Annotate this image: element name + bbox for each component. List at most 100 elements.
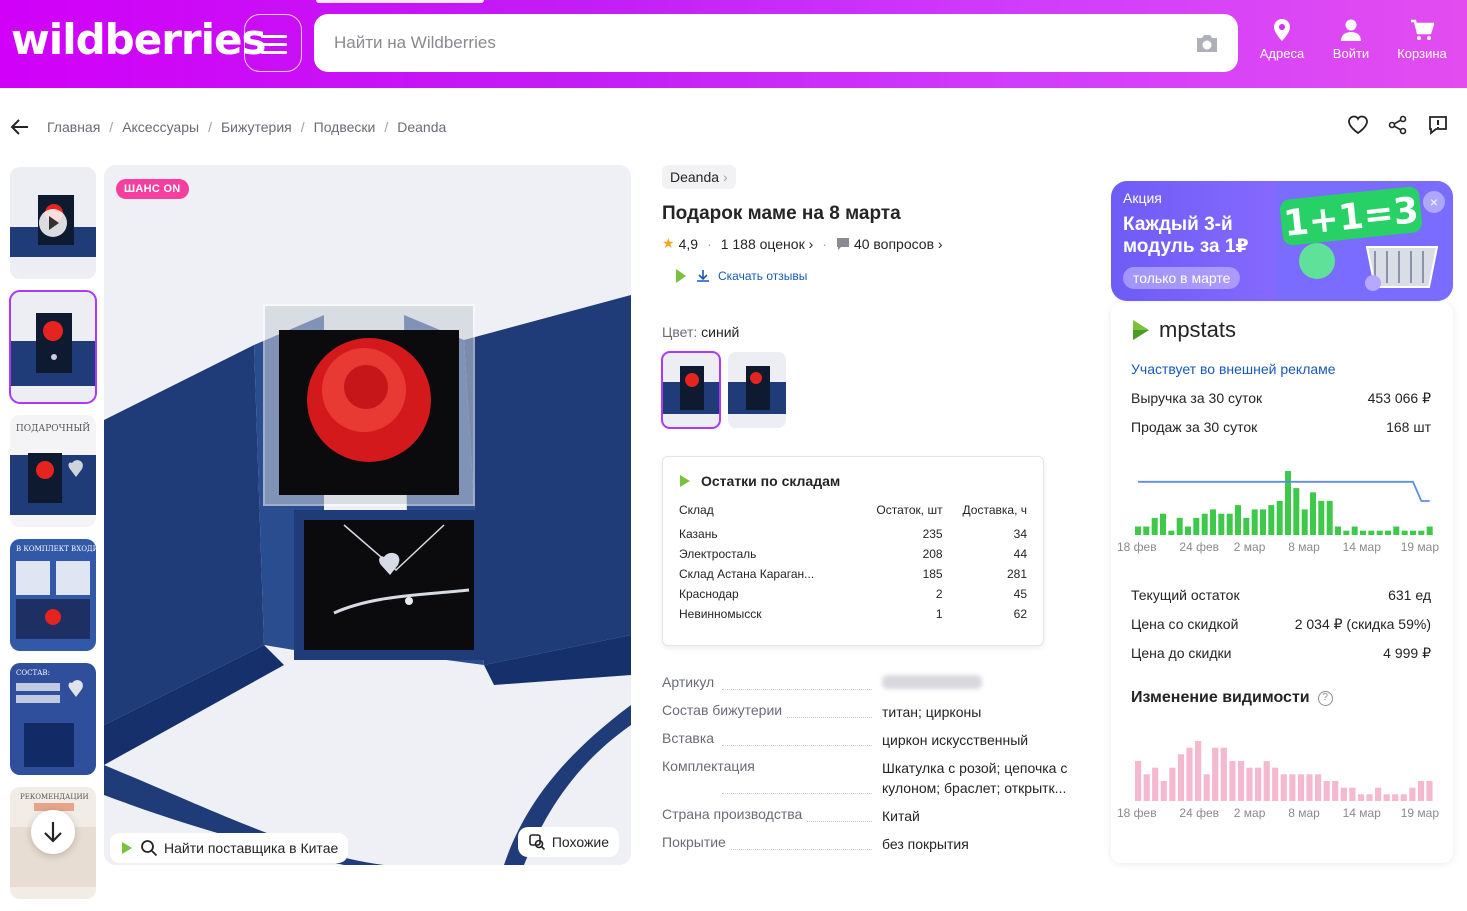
reviews-link[interactable]: 1 188 оценок ›: [721, 236, 814, 252]
chart-bar[interactable]: [1360, 530, 1366, 535]
chart-bar[interactable]: [1285, 471, 1291, 535]
back-arrow-icon[interactable]: [9, 116, 31, 138]
chart-bar[interactable]: [1195, 741, 1202, 801]
chart-bar[interactable]: [1176, 517, 1183, 535]
addresses-button[interactable]: Адреса: [1250, 18, 1314, 61]
chart-bar[interactable]: [1276, 500, 1283, 535]
breadcrumb-item[interactable]: Главная: [47, 119, 100, 135]
chart-bar[interactable]: [1251, 509, 1258, 535]
chart-bar[interactable]: [1243, 517, 1250, 535]
chart-bar[interactable]: [1297, 774, 1305, 801]
chart-bar[interactable]: [1212, 747, 1219, 801]
chart-bar[interactable]: [1385, 530, 1391, 535]
chart-bar[interactable]: [1226, 513, 1233, 535]
camera-icon[interactable]: [1194, 30, 1220, 56]
wildberries-logo[interactable]: wildberries: [11, 18, 267, 62]
chart-bar[interactable]: [1263, 761, 1270, 801]
breadcrumb-item[interactable]: Аксессуары: [122, 119, 199, 135]
breadcrumb-item[interactable]: Deanda: [397, 119, 446, 135]
chart-bar[interactable]: [1351, 526, 1358, 536]
chart-bar[interactable]: [1210, 509, 1216, 535]
article-number-blurred[interactable]: [882, 675, 982, 689]
chart-bar[interactable]: [1229, 761, 1236, 801]
chart-bar[interactable]: [1186, 747, 1193, 801]
heart-icon[interactable]: [1347, 114, 1369, 136]
report-icon[interactable]: [1427, 114, 1449, 136]
chart-bar[interactable]: [1151, 517, 1158, 535]
chart-bar[interactable]: [1301, 509, 1308, 535]
chart-bar[interactable]: [1366, 794, 1373, 801]
chart-bar[interactable]: [1289, 774, 1296, 801]
chart-bar[interactable]: [1280, 774, 1287, 801]
chart-bar[interactable]: [1418, 530, 1425, 535]
chart-bar[interactable]: [1201, 513, 1208, 535]
visibility-chart[interactable]: [1131, 723, 1441, 801]
thumbnail-photo[interactable]: СОСТАВ:: [10, 663, 96, 775]
chart-bar[interactable]: [1135, 761, 1142, 801]
color-swatch[interactable]: [728, 352, 786, 428]
chart-bar[interactable]: [1220, 747, 1227, 801]
chart-bar[interactable]: [1169, 767, 1176, 801]
chart-bar[interactable]: [1143, 526, 1150, 536]
download-reviews-button[interactable]: Скачать отзывы: [662, 268, 1082, 284]
find-supplier-button[interactable]: Найти поставщика в Китае: [110, 833, 349, 863]
chart-bar[interactable]: [1375, 787, 1382, 801]
search-input[interactable]: [334, 14, 1174, 72]
chart-bar[interactable]: [1400, 794, 1407, 801]
brand-chip[interactable]: Deanda ›: [662, 165, 736, 189]
chart-bar[interactable]: [1340, 787, 1347, 801]
share-icon[interactable]: [1387, 114, 1409, 136]
chart-bar[interactable]: [1409, 787, 1416, 801]
breadcrumb-item[interactable]: Подвески: [314, 119, 376, 135]
chart-bar[interactable]: [1306, 774, 1313, 801]
login-button[interactable]: Войти: [1319, 18, 1383, 61]
chart-bar[interactable]: [1235, 505, 1241, 535]
chart-bar[interactable]: [1160, 513, 1166, 535]
chart-bar[interactable]: [1343, 530, 1350, 535]
chart-bar[interactable]: [1410, 530, 1416, 535]
chart-bar[interactable]: [1310, 492, 1316, 535]
chart-bar[interactable]: [1246, 767, 1253, 801]
chart-bar[interactable]: [1255, 767, 1262, 801]
promo-banner[interactable]: Акция Каждый 3-й модуль за 1₽ только в м…: [1111, 181, 1453, 301]
help-icon[interactable]: ?: [1317, 690, 1333, 706]
cart-button[interactable]: Корзина: [1390, 18, 1454, 61]
chart-bar[interactable]: [1417, 781, 1425, 801]
chart-bar[interactable]: [1160, 781, 1167, 801]
chart-bar[interactable]: [1315, 774, 1322, 801]
chart-bar[interactable]: [1177, 754, 1185, 801]
chart-bar[interactable]: [1357, 794, 1365, 801]
chart-bar[interactable]: [1268, 505, 1275, 535]
chart-bar[interactable]: [1152, 767, 1159, 801]
chart-bar[interactable]: [1135, 526, 1141, 536]
chart-bar[interactable]: [1185, 526, 1191, 536]
chart-bar[interactable]: [1376, 530, 1383, 535]
color-swatch-active[interactable]: [661, 351, 721, 429]
promo-close-button[interactable]: ×: [1423, 191, 1445, 213]
chart-bar[interactable]: [1168, 530, 1175, 535]
mpstats-logo[interactable]: mpstats: [1131, 317, 1236, 343]
questions-link[interactable]: 40 вопросов ›: [854, 236, 943, 252]
thumbnail-photo[interactable]: В КОМПЛЕКТ ВХОДИТ: [10, 539, 96, 651]
thumbnail-video[interactable]: [10, 167, 96, 279]
chart-bar[interactable]: [1393, 526, 1400, 536]
chart-bar[interactable]: [1193, 517, 1200, 535]
chart-bar[interactable]: [1237, 761, 1245, 801]
similar-button[interactable]: Похожие: [517, 827, 619, 857]
breadcrumb-item[interactable]: Бижутерия: [221, 119, 292, 135]
thumbnail-photo[interactable]: ПОДАРОЧНЫЙ: [10, 415, 96, 527]
scroll-down-button[interactable]: [31, 810, 75, 854]
chart-bar[interactable]: [1332, 781, 1339, 801]
chart-bar[interactable]: [1218, 513, 1225, 535]
chart-bar[interactable]: [1323, 781, 1330, 801]
chart-bar[interactable]: [1293, 488, 1300, 535]
external-ads-link[interactable]: Участвует во внешней рекламе: [1131, 361, 1336, 377]
chart-bar[interactable]: [1368, 530, 1375, 535]
sales-chart[interactable]: [1131, 453, 1441, 535]
main-product-image[interactable]: ШАНС ON Найти поставщика в Китае Похожие: [104, 165, 631, 865]
chart-bar[interactable]: [1335, 526, 1341, 536]
chart-bar[interactable]: [1203, 774, 1210, 801]
chart-bar[interactable]: [1318, 500, 1325, 535]
menu-button[interactable]: [244, 14, 302, 72]
chart-bar[interactable]: [1326, 500, 1333, 535]
